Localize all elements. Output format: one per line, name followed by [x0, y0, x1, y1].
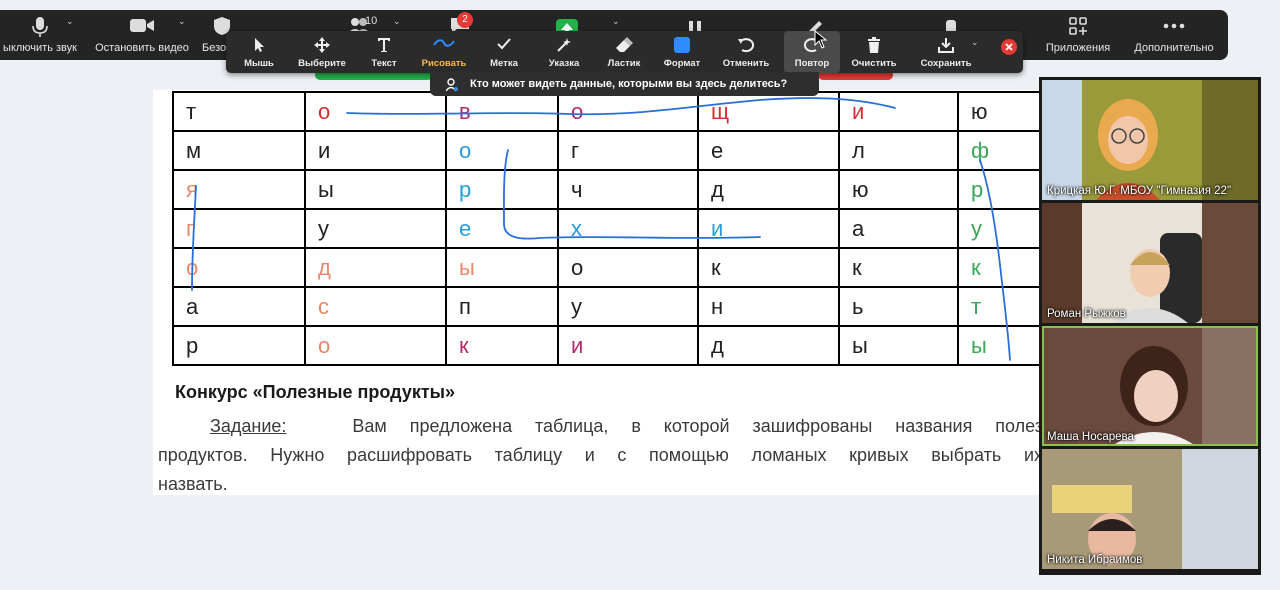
stamp-check-icon — [497, 38, 511, 50]
trash-icon — [868, 37, 880, 53]
close-annotation-button[interactable] — [1001, 39, 1017, 55]
participant-name: Никита Ибраимов — [1047, 554, 1143, 566]
task-line: Задание: Вам предложена таблица, в котор… — [158, 412, 1043, 441]
tool-stamp[interactable]: Метка — [474, 31, 534, 73]
tool-save[interactable]: Сохранить — [916, 31, 976, 73]
task-text-2: продуктов. Нужно расшифровать таблицу и … — [158, 445, 1043, 465]
undo-icon — [738, 38, 755, 53]
tool-mouse[interactable]: Мышь — [229, 31, 289, 73]
person-info-icon — [446, 78, 458, 92]
tool-label: Выберите — [298, 58, 346, 69]
tool-undo[interactable]: Отменить — [716, 31, 776, 73]
tool-label: Повтор — [794, 58, 830, 69]
participant-gallery: Крицкая Ю.Г. МБОУ "Гимназия 22" Роман Ры… — [1039, 77, 1261, 575]
tool-label: Метка — [490, 58, 518, 69]
tool-select[interactable]: Выберите — [292, 31, 352, 73]
tool-spotlight[interactable]: Указка — [534, 31, 594, 73]
participant-video — [1042, 326, 1258, 446]
participant-tile[interactable]: Крицкая Ю.Г. МБОУ "Гимназия 22" — [1042, 80, 1258, 200]
tool-clear[interactable]: Очистить — [844, 31, 904, 73]
tool-label: Рисовать — [421, 58, 467, 69]
participant-tile[interactable]: Роман Рыжков — [1042, 203, 1258, 323]
ink-stroke — [979, 159, 1011, 361]
participant-name: Маша Носарева — [1047, 431, 1134, 443]
contest-title: Конкурс «Полезные продукты» — [175, 382, 456, 402]
tool-label: Очистить — [851, 58, 897, 69]
task-text-3: назвать. — [158, 474, 228, 494]
task-label: Задание: — [210, 416, 287, 436]
share-visibility-text: Кто может видеть данные, которыми вы зде… — [470, 78, 788, 90]
mouse-pointer-icon — [255, 38, 264, 52]
ink-stroke — [346, 97, 896, 116]
draw-icon — [433, 39, 455, 47]
tool-redo[interactable]: Повтор — [784, 31, 840, 73]
close-icon — [1005, 43, 1013, 51]
cursor-arrow-icon — [814, 30, 828, 49]
task-text-1: Вам предложена таблица, в которой зашифр… — [352, 416, 1043, 436]
tool-label: Текст — [371, 58, 397, 69]
share-visibility-banner[interactable]: Кто может видеть данные, которыми вы зде… — [430, 72, 819, 96]
task-paragraph: Задание: Вам предложена таблица, в котор… — [158, 412, 1043, 499]
participant-video — [1042, 449, 1258, 569]
select-move-icon — [314, 37, 330, 53]
ink-stroke — [503, 149, 761, 240]
participant-video — [1042, 80, 1258, 200]
ink-stroke — [191, 185, 197, 291]
participant-name: Роман Рыжков — [1047, 308, 1126, 320]
tool-label: Формат — [663, 58, 701, 69]
spotlight-icon — [557, 38, 571, 52]
tool-text[interactable]: Текст — [354, 31, 414, 73]
participant-tile[interactable]: Никита Ибраимов — [1042, 449, 1258, 569]
tool-format[interactable]: Формат — [652, 31, 712, 73]
participant-tile-active-speaker[interactable]: Маша Носарева — [1042, 326, 1258, 446]
save-options-caret-icon[interactable]: ⌄ — [971, 37, 979, 48]
eraser-icon — [616, 37, 633, 52]
tool-eraser[interactable]: Ластик — [594, 31, 654, 73]
tool-draw[interactable]: Рисовать — [414, 31, 474, 73]
annotation-toolbar: Мышь Выберите Текст Рисовать Метка Указк… — [226, 31, 1023, 73]
participant-name: Крицкая Ю.Г. МБОУ "Гимназия 22" — [1047, 185, 1232, 197]
tool-label: Сохранить — [920, 58, 972, 69]
format-color-icon — [674, 37, 690, 53]
save-download-icon — [938, 38, 954, 53]
tool-label: Указка — [548, 58, 580, 69]
text-icon — [378, 38, 390, 52]
tool-label: Отменить — [722, 58, 770, 69]
tool-label: Ластик — [607, 58, 641, 69]
tool-label: Мышь — [244, 58, 274, 69]
participant-video — [1042, 203, 1258, 323]
